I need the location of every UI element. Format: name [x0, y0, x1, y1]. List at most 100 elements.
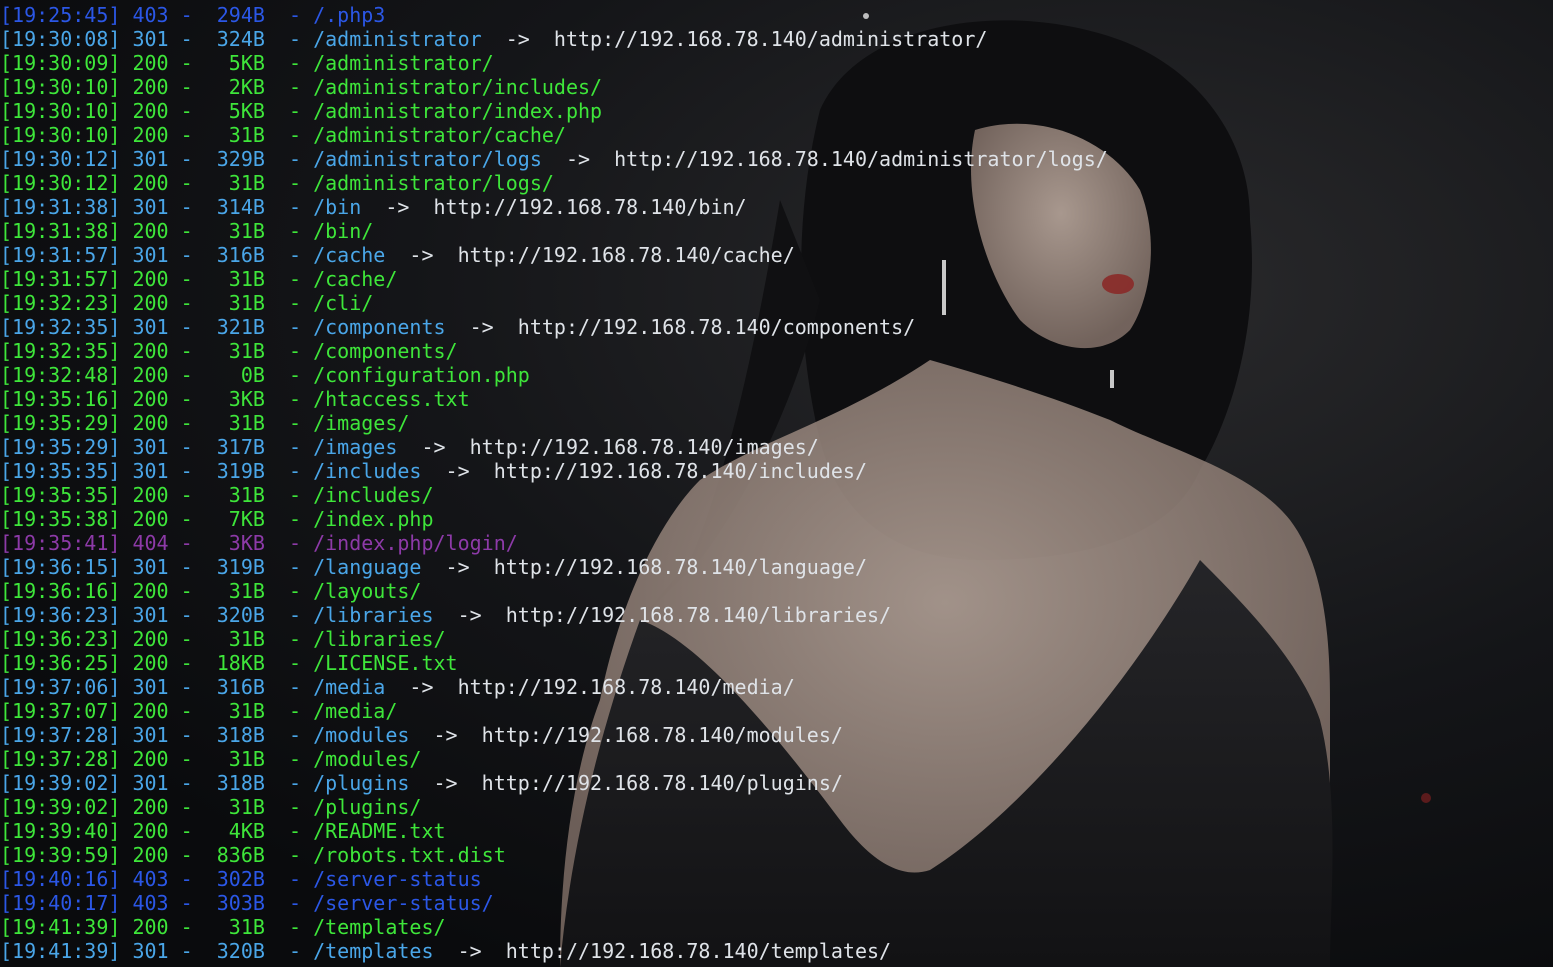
- timestamp: [19:32:35]: [0, 315, 121, 339]
- scan-line: [19:37:07] 200 - 31B - /media/: [0, 699, 398, 723]
- scan-line: [19:41:39] 301 - 320B - /templates -> ht…: [0, 939, 892, 963]
- request-path: /templates: [313, 939, 434, 963]
- response-size: 314B: [216, 195, 265, 219]
- request-path: /robots.txt.dist: [313, 843, 506, 867]
- scan-line: [19:40:16] 403 - 302B - /server-status: [0, 867, 482, 891]
- response-size: 31B: [228, 219, 265, 243]
- request-path: /index.php/login/: [313, 531, 518, 555]
- scan-line: [19:39:40] 200 - 4KB - /README.txt: [0, 819, 446, 843]
- timestamp: [19:30:12]: [0, 147, 121, 171]
- request-path: /administrator/includes/: [313, 75, 603, 99]
- status-code: 301: [132, 555, 169, 579]
- scan-line: [19:41:39] 200 - 31B - /templates/: [0, 915, 446, 939]
- response-size: 294B: [216, 3, 265, 27]
- terminal-window[interactable]: [19:25:45] 403 - 294B - /.php3 [19:30:08]…: [0, 0, 1553, 967]
- timestamp: [19:31:57]: [0, 267, 121, 291]
- scan-line: [19:31:38] 200 - 31B - /bin/: [0, 219, 374, 243]
- timestamp: [19:35:38]: [0, 507, 121, 531]
- request-path: /administrator: [313, 27, 482, 51]
- timestamp: [19:37:07]: [0, 699, 121, 723]
- status-code: 301: [132, 315, 169, 339]
- response-size: 329B: [216, 147, 265, 171]
- redirect-url: http://192.168.78.140/bin/: [433, 195, 747, 219]
- response-size: 316B: [216, 675, 265, 699]
- timestamp: [19:35:35]: [0, 483, 121, 507]
- scan-line: [19:32:35] 200 - 31B - /components/: [0, 339, 458, 363]
- response-size: 31B: [228, 747, 265, 771]
- response-size: 31B: [228, 915, 265, 939]
- status-code: 200: [132, 387, 169, 411]
- scan-line: [19:39:02] 301 - 318B - /plugins -> http…: [0, 771, 843, 795]
- timestamp: [19:30:10]: [0, 75, 121, 99]
- response-size: 0B: [240, 363, 265, 387]
- timestamp: [19:35:29]: [0, 411, 121, 435]
- status-code: 200: [132, 411, 169, 435]
- scan-line: [19:32:48] 200 - 0B - /configuration.php: [0, 363, 530, 387]
- redirect-url: http://192.168.78.140/templates/: [505, 939, 892, 963]
- scan-line: [19:30:10] 200 - 2KB - /administrator/in…: [0, 75, 603, 99]
- response-size: 316B: [216, 243, 265, 267]
- status-code: 200: [132, 483, 169, 507]
- timestamp: [19:30:12]: [0, 171, 121, 195]
- response-size: 7KB: [228, 507, 265, 531]
- request-path: /cache: [313, 243, 386, 267]
- response-size: 318B: [216, 723, 265, 747]
- status-code: 200: [132, 363, 169, 387]
- status-code: 200: [132, 651, 169, 675]
- response-size: 31B: [228, 579, 265, 603]
- status-code: 200: [132, 627, 169, 651]
- timestamp: [19:36:25]: [0, 651, 121, 675]
- request-path: /server-status: [313, 867, 482, 891]
- scan-line: [19:37:06] 301 - 316B - /media -> http:/…: [0, 675, 795, 699]
- scan-line: [19:37:28] 301 - 318B - /modules -> http…: [0, 723, 843, 747]
- scan-line: [19:31:57] 301 - 316B - /cache -> http:/…: [0, 243, 795, 267]
- redirect-url: http://192.168.78.140/libraries/: [505, 603, 892, 627]
- response-size: 31B: [228, 627, 265, 651]
- status-code: 301: [132, 27, 169, 51]
- request-path: /modules: [313, 723, 410, 747]
- timestamp: [19:36:16]: [0, 579, 121, 603]
- request-path: /media: [313, 675, 386, 699]
- timestamp: [19:30:10]: [0, 99, 121, 123]
- scan-line: [19:35:35] 200 - 31B - /includes/: [0, 483, 434, 507]
- response-size: 321B: [216, 315, 265, 339]
- status-code: 301: [132, 195, 169, 219]
- scan-line: [19:30:12] 301 - 329B - /administrator/l…: [0, 147, 1108, 171]
- request-path: /layouts/: [313, 579, 422, 603]
- response-size: 31B: [228, 699, 265, 723]
- request-path: /bin/: [313, 219, 374, 243]
- redirect-url: http://192.168.78.140/media/: [457, 675, 795, 699]
- scan-line: [19:39:02] 200 - 31B - /plugins/: [0, 795, 422, 819]
- timestamp: [19:31:57]: [0, 243, 121, 267]
- request-path: /libraries/: [313, 627, 446, 651]
- scan-line: [19:35:35] 301 - 319B - /includes -> htt…: [0, 459, 867, 483]
- timestamp: [19:36:23]: [0, 603, 121, 627]
- response-size: 320B: [216, 603, 265, 627]
- request-path: /libraries: [313, 603, 434, 627]
- response-size: 318B: [216, 771, 265, 795]
- response-size: 3KB: [228, 531, 265, 555]
- scan-line: [19:39:59] 200 - 836B - /robots.txt.dist: [0, 843, 506, 867]
- scan-line: [19:40:17] 403 - 303B - /server-status/: [0, 891, 494, 915]
- status-code: 301: [132, 939, 169, 963]
- request-path: /administrator/: [313, 51, 494, 75]
- status-code: 200: [132, 171, 169, 195]
- response-size: 324B: [216, 27, 265, 51]
- status-code: 200: [132, 267, 169, 291]
- status-code: 200: [132, 75, 169, 99]
- response-size: 5KB: [228, 99, 265, 123]
- scan-line: [19:36:25] 200 - 18KB - /LICENSE.txt: [0, 651, 458, 675]
- request-path: /templates/: [313, 915, 446, 939]
- redirect-url: http://192.168.78.140/includes/: [493, 459, 867, 483]
- status-code: 301: [132, 723, 169, 747]
- request-path: /administrator/index.php: [313, 99, 603, 123]
- redirect-url: http://192.168.78.140/plugins/: [481, 771, 843, 795]
- scan-line: [19:32:35] 301 - 321B - /components -> h…: [0, 315, 916, 339]
- scan-line: [19:30:08] 301 - 324B - /administrator -…: [0, 27, 988, 51]
- status-code: 301: [132, 675, 169, 699]
- scan-output[interactable]: [19:25:45] 403 - 294B - /.php3 [19:30:08]…: [0, 3, 1553, 963]
- response-size: 31B: [228, 795, 265, 819]
- redirect-url: http://192.168.78.140/modules/: [481, 723, 843, 747]
- scan-line: [19:30:10] 200 - 5KB - /administrator/in…: [0, 99, 603, 123]
- request-path: /media/: [313, 699, 398, 723]
